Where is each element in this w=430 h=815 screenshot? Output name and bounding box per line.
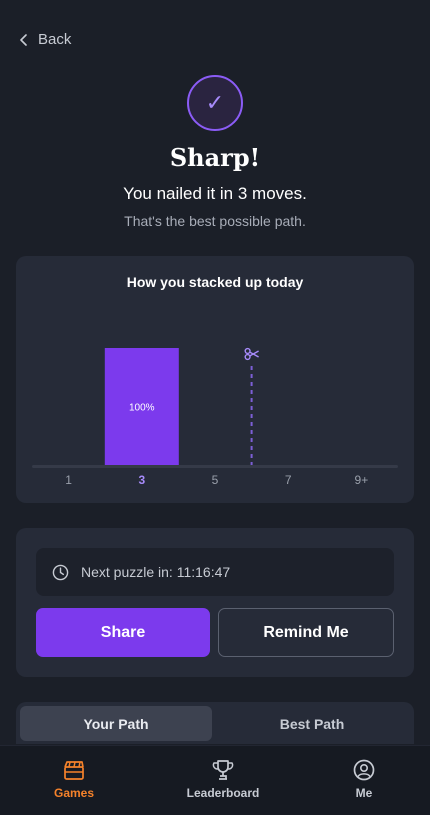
nav-games-label: Games [53, 786, 95, 800]
tab-best-path[interactable]: Best Path [216, 706, 408, 741]
result-subtitle: You nailed it in 3 moves. [123, 184, 307, 203]
clock-icon [52, 564, 69, 580]
chart-tick-label: 5 [212, 473, 219, 487]
result-note: That's the best possible path. [124, 213, 306, 229]
back-button[interactable]: Back [18, 31, 71, 48]
user-circle-icon [353, 759, 375, 781]
back-label: Back [38, 31, 72, 48]
remind-me-button[interactable]: Remind Me [218, 608, 394, 657]
next-puzzle-label: Next puzzle in: 11:16:47 [81, 564, 231, 580]
result-title: Sharp! [169, 143, 261, 172]
path-tabs: Your Path Best Path [16, 702, 414, 744]
chart-tick-label: 1 [65, 473, 72, 487]
check-icon: ✓ [187, 75, 243, 131]
share-button[interactable]: Share [36, 608, 210, 657]
actions-card: Next puzzle in: 11:16:47 Share Remind Me [16, 528, 414, 677]
chart-bar-label: 100% [129, 403, 155, 414]
next-puzzle-timer: Next puzzle in: 11:16:47 [36, 548, 394, 596]
distribution-chart: 1 100% 3 5 7 9+ [32, 347, 398, 487]
trophy-icon [212, 760, 234, 780]
chart-tick-label: 9+ [355, 473, 369, 487]
nav-leaderboard-label: Leaderboard [186, 786, 260, 800]
tab-your-path[interactable]: Your Path [20, 706, 212, 741]
scissors-icon [244, 347, 259, 361]
nav-leaderboard[interactable]: Leaderboard [168, 758, 278, 800]
chevron-left-icon [20, 33, 27, 46]
bottom-nav: Games Leaderboard Me [0, 745, 430, 815]
chart-tick-label: 3 [138, 473, 145, 487]
nav-me-label: Me [355, 786, 373, 800]
nav-me[interactable]: Me [309, 758, 419, 800]
chart-baseline [32, 465, 398, 468]
chart-tick-label: 7 [285, 473, 292, 487]
clapperboard-icon [64, 761, 84, 780]
check-glyph: ✓ [205, 90, 225, 115]
nav-games[interactable]: Games [19, 758, 129, 800]
stats-chart-card: How you stacked up today 1 100% 3 5 7 9+ [16, 256, 414, 503]
